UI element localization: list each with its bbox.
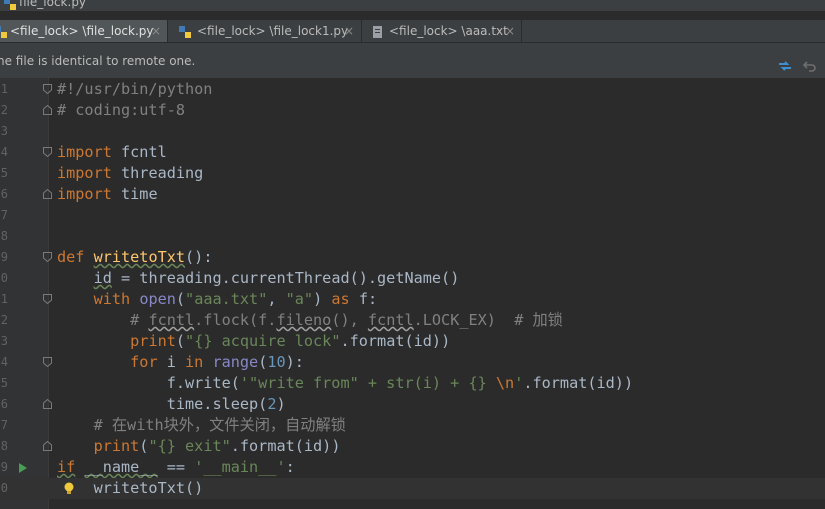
line-number: 0 [0, 271, 8, 285]
code-line[interactable]: 2 # fcntl.flock(f.fileno(), fcntl.LOCK_E… [0, 310, 825, 331]
line-number: 7 [0, 208, 8, 222]
code-line[interactable]: 0 id = threading.currentThread().getName… [0, 268, 825, 289]
close-icon[interactable]: × [344, 20, 354, 42]
code-line[interactable]: 5 f.write('"write from" + str(i) + {} \n… [0, 373, 825, 394]
code-text: def writetoTxt(): [57, 248, 213, 266]
code-line[interactable]: 1 with open("aaa.txt", "a") as f: [0, 289, 825, 310]
line-number: 6 [0, 187, 8, 201]
line-number: 5 [0, 376, 8, 390]
file-breadcrumb[interactable]: file_lock.py [0, 0, 825, 11]
code-line[interactable]: 3 [0, 121, 825, 142]
code-text: #!/usr/bin/python [57, 80, 213, 98]
code-text: # coding:utf-8 [57, 101, 186, 119]
fold-icon[interactable] [43, 399, 52, 409]
tab-label: <file_lock> \aaa.txt [389, 24, 508, 38]
editor-tab-bar: <file_lock> \file_lock.py × <file_lock> … [0, 20, 825, 43]
fold-icon[interactable] [43, 84, 52, 94]
fold-icon[interactable] [43, 147, 52, 157]
fold-icon[interactable] [43, 252, 52, 262]
code-line[interactable]: 7 # 在with块外，文件关闭，自动解锁 [0, 415, 825, 436]
fold-icon[interactable] [43, 189, 52, 199]
line-number: 1 [0, 82, 8, 96]
line-number: 2 [0, 313, 8, 327]
code-line[interactable]: 8 print("{} exit".format(id)) [0, 436, 825, 457]
code-text: f.write('"write from" + str(i) + {} \n'.… [57, 374, 634, 392]
line-number: 9 [0, 250, 8, 264]
code-text: time.sleep(2) [57, 395, 286, 413]
line-number: 9 [0, 460, 8, 474]
line-number: 1 [0, 292, 8, 306]
code-line[interactable]: 3 print("{} acquire lock".format(id)) [0, 331, 825, 352]
code-line[interactable]: 7 [0, 205, 825, 226]
fold-icon[interactable] [43, 357, 52, 367]
remote-compare-notice: he file is identical to remote one. [0, 43, 825, 78]
line-number: 7 [0, 418, 8, 432]
line-number: 3 [0, 334, 8, 348]
code-text: print("{} exit".format(id)) [93, 437, 341, 455]
line-number: 4 [0, 355, 8, 369]
code-text: writetoTxt() [57, 479, 204, 497]
run-icon[interactable] [18, 462, 28, 474]
code-text: # fcntl.flock(f.fileno(), fcntl.LOCK_EX)… [57, 311, 563, 329]
code-text: id = threading.currentThread().getName() [93, 269, 460, 287]
code-line[interactable]: 9 def writetoTxt(): [0, 247, 825, 268]
line-number: 6 [0, 397, 8, 411]
code-text: # 在with块外，文件关闭，自动解锁 [57, 416, 346, 434]
code-text: import threading [57, 164, 204, 182]
tab-aaa-txt[interactable]: <file_lock> \aaa.txt × [362, 20, 522, 42]
code-text: import fcntl [57, 143, 167, 161]
tab-file-lock-py[interactable]: <file_lock> \file_lock.py × [0, 20, 168, 42]
code-text: for i in range(10): [130, 353, 304, 371]
close-icon[interactable]: × [151, 20, 161, 42]
code-text: with open("aaa.txt", "a") as f: [93, 290, 378, 308]
code-text: print("{} acquire lock".format(id)) [130, 332, 451, 350]
code-text: import time [57, 185, 158, 203]
code-line[interactable]: 8 [0, 226, 825, 247]
python-file-icon [3, 0, 17, 11]
fold-icon[interactable] [43, 105, 52, 115]
code-line[interactable]: 4 import fcntl [0, 142, 825, 163]
code-text: if __name__ == '__main__': [57, 458, 295, 476]
close-icon[interactable]: × [505, 20, 515, 42]
code-line[interactable]: 4 for i in range(10): [0, 352, 825, 373]
line-number: 8 [0, 229, 8, 243]
code-line[interactable]: 6 time.sleep(2) [0, 394, 825, 415]
sync-arrows-icon[interactable] [778, 57, 792, 76]
fold-icon[interactable] [43, 294, 52, 304]
notice-message: he file is identical to remote one. [0, 54, 196, 68]
fold-icon[interactable] [43, 441, 52, 451]
code-line[interactable]: 2 # coding:utf-8 [0, 100, 825, 121]
line-number: 5 [0, 166, 8, 180]
code-line[interactable]: 5 import threading [0, 163, 825, 184]
tab-label: <file_lock> \file_lock1.py [197, 24, 349, 38]
code-line[interactable]: 0 writetoTxt() [0, 478, 825, 499]
breadcrumb-file-label: file_lock.py [19, 0, 87, 9]
code-line[interactable]: 6 import time [0, 184, 825, 205]
revert-icon[interactable] [802, 57, 817, 76]
line-number: 3 [0, 124, 8, 138]
line-number: 4 [0, 145, 8, 159]
code-line[interactable]: 9 if __name__ == '__main__': [0, 457, 825, 478]
line-number: 0 [0, 481, 8, 495]
code-line[interactable]: 1 #!/usr/bin/python [0, 79, 825, 100]
line-number: 8 [0, 439, 8, 453]
line-number: 2 [0, 103, 8, 117]
tab-file-lock1-py[interactable]: <file_lock> \file_lock1.py × [168, 20, 362, 42]
tab-label: <file_lock> \file_lock.py [10, 24, 154, 38]
